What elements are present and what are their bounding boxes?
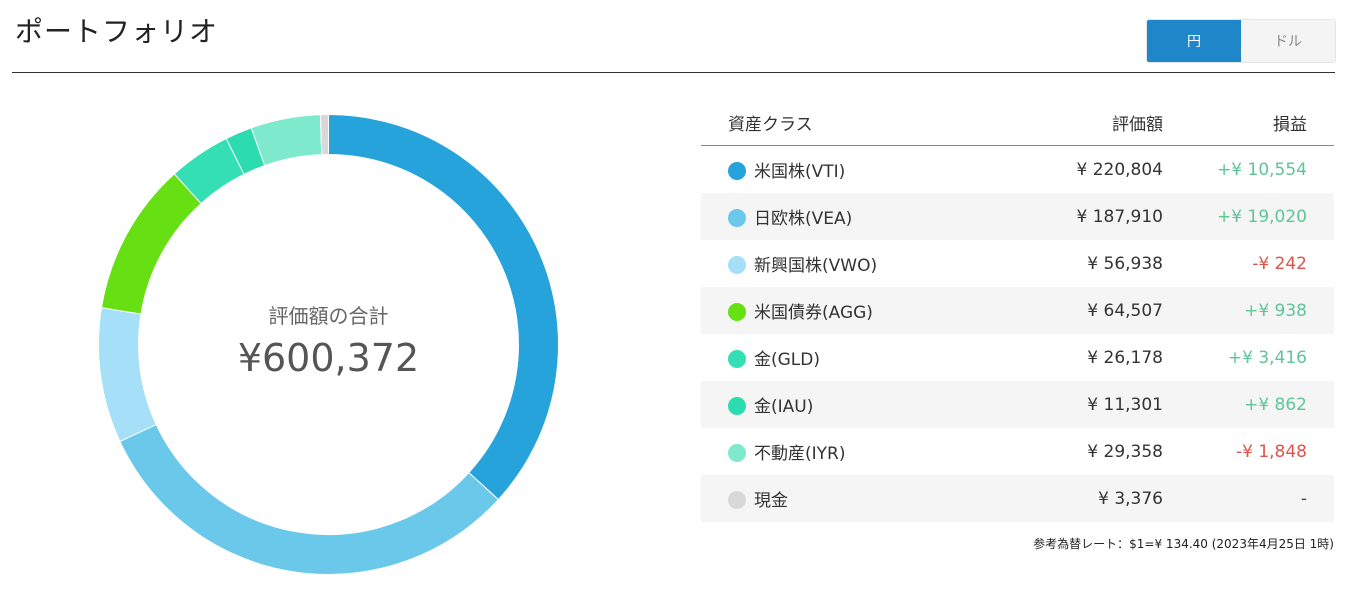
table-row: 米国株(VTI) ¥ 220,804 +¥ 10,554 (701, 146, 1334, 194)
total-label: 評価額の合計 (268, 304, 389, 328)
table-row: 金(GLD) ¥ 26,178 +¥ 3,416 (701, 334, 1334, 381)
legend-dot-icon (728, 397, 746, 415)
legend-dot-icon (728, 444, 746, 462)
donut-slice (100, 173, 202, 315)
asset-name: 米国株(VTI) (754, 162, 846, 182)
title-divider (12, 72, 1335, 73)
asset-name: 日欧株(VEA) (754, 209, 853, 229)
value-cell: ¥ 29,358 (1087, 441, 1163, 462)
exchange-rate-note: 参考為替レート：$1=¥ 134.40 (2023年4月25日 1時) (1033, 537, 1334, 551)
pl-cell: +¥ 938 (1163, 287, 1334, 334)
yen-toggle-button[interactable]: 円 (1147, 20, 1241, 62)
asset-cell: 金(IAU) (701, 381, 998, 428)
asset-cell: 新興国株(VWO) (701, 240, 998, 287)
currency-toggle[interactable]: 円 ドル (1146, 19, 1336, 63)
pl-cell: +¥ 19,020 (1163, 193, 1334, 240)
pl-header: 損益 (1163, 99, 1334, 146)
asset-name: 新興国株(VWO) (754, 256, 878, 276)
asset-name: 米国債券(AGG) (754, 303, 873, 323)
value-cell: ¥ 187,910 (998, 193, 1163, 240)
total-value: ¥600,372 (237, 336, 420, 380)
legend-dot-icon (728, 209, 746, 227)
value-cell: ¥ 64,507 (998, 287, 1163, 334)
legend-dot-icon (728, 162, 746, 180)
asset-class-header: 資産クラス (701, 99, 998, 146)
table-row: 現金 ¥ 3,376- (701, 475, 1334, 522)
legend-dot-icon (728, 303, 746, 321)
pl-cell: -¥ 242 (1252, 253, 1307, 274)
table-row: 日欧株(VEA) ¥ 187,910 +¥ 19,020 (701, 193, 1334, 240)
donut-slice (250, 114, 323, 167)
pl-cell: +¥ 862 (1163, 381, 1334, 428)
table-row: 金(IAU) ¥ 11,301 +¥ 862 (701, 381, 1334, 428)
pl-cell: +¥ 3,416 (1227, 347, 1307, 368)
asset-cell: 米国株(VTI) (701, 146, 998, 194)
asset-cell: 日欧株(VEA) (701, 193, 998, 240)
holdings-table: 資産クラス 評価額 損益 米国株(VTI) ¥ 220,804 +¥ 10,554 日… (701, 99, 1334, 522)
donut-slice (319, 114, 329, 156)
legend-dot-icon (728, 256, 746, 274)
dollar-toggle-button[interactable]: ドル (1241, 20, 1335, 62)
donut-slice (119, 423, 500, 575)
table-row: 新興国株(VWO) ¥ 56,938 -¥ 242 (701, 240, 1334, 287)
value-cell: ¥ 11,301 (998, 381, 1163, 428)
portfolio-donut-chart: 評価額の合計 ¥600,372 (98, 114, 559, 575)
asset-cell: 現金 (701, 475, 998, 522)
value-cell: ¥ 220,804 (1076, 159, 1163, 180)
pl-cell: - (1163, 475, 1334, 522)
asset-cell: 米国債券(AGG) (701, 287, 998, 334)
asset-cell: 金(GLD) (701, 334, 998, 381)
pl-cell: +¥ 10,554 (1217, 159, 1307, 180)
page-title: ポートフォリオ (15, 15, 219, 48)
value-cell: ¥ 56,938 (1087, 253, 1163, 274)
value-cell: ¥ 26,178 (1087, 347, 1163, 368)
table-row: 米国債券(AGG) ¥ 64,507 +¥ 938 (701, 287, 1334, 334)
asset-name: 不動産(IYR) (754, 444, 846, 464)
asset-name: 金(GLD) (754, 350, 820, 370)
value-cell: ¥ 3,376 (998, 475, 1163, 522)
asset-name: 現金 (754, 491, 788, 511)
table-row: 不動産(IYR) ¥ 29,358 -¥ 1,848 (701, 428, 1334, 475)
asset-name: 金(IAU) (754, 397, 814, 417)
legend-dot-icon (728, 491, 746, 509)
pl-cell: -¥ 1,848 (1235, 441, 1307, 462)
value-header: 評価額 (998, 99, 1163, 146)
asset-cell: 不動産(IYR) (701, 428, 998, 475)
legend-dot-icon (728, 350, 746, 368)
